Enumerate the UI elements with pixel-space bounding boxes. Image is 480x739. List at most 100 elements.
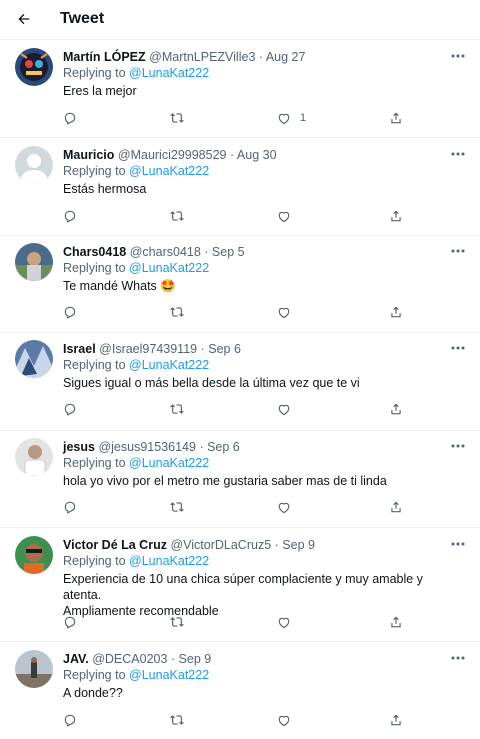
tweet-actions (63, 498, 403, 516)
share-icon[interactable] (389, 498, 403, 516)
reply-icon[interactable] (63, 498, 77, 516)
share-icon[interactable] (389, 303, 403, 321)
tweet-date[interactable]: · Sep 6 (199, 440, 239, 454)
reply-icon[interactable] (63, 400, 77, 418)
like-icon[interactable] (277, 400, 291, 418)
retweet-icon[interactable] (170, 400, 184, 418)
reply-mention-link[interactable]: @LunaKat222 (129, 456, 209, 470)
reply-mention-link[interactable]: @LunaKat222 (129, 66, 209, 80)
like-icon[interactable] (277, 711, 291, 729)
reply-tweet[interactable]: JAV. @DECA0203 · Sep 9 Replying to @Luna… (0, 642, 480, 739)
share-icon[interactable] (389, 109, 403, 127)
replying-label: Replying to (63, 358, 126, 372)
tweet-date[interactable]: · Sep 9 (275, 538, 315, 552)
reply-mention-link[interactable]: @LunaKat222 (129, 668, 209, 682)
tweet-date[interactable]: · Sep 6 (201, 342, 241, 356)
reply-mention-link[interactable]: @LunaKat222 (129, 554, 209, 568)
reply-tweet[interactable]: jesus @jesus91536149 · Sep 6 Replying to… (0, 431, 480, 528)
tweet-date[interactable]: · Aug 27 (259, 50, 306, 64)
page-title: Tweet (60, 10, 105, 27)
top-bar: Tweet (0, 0, 480, 40)
more-options-icon[interactable] (450, 538, 466, 550)
reply-tweet[interactable]: Martín LÓPEZ @MartnLPEZVille3 · Aug 27 R… (0, 40, 480, 138)
retweet-icon[interactable] (170, 109, 184, 127)
replying-label: Replying to (63, 456, 126, 470)
reply-mention-link[interactable]: @LunaKat222 (129, 164, 209, 178)
retweet-icon[interactable] (170, 498, 184, 516)
tweet-actions (63, 207, 403, 225)
like-icon[interactable] (277, 613, 291, 631)
reply-tweet[interactable]: Mauricio @Maurici29998529 · Aug 30 Reply… (0, 138, 480, 236)
avatar[interactable] (15, 243, 53, 281)
tweet-text: Eres la mejor (63, 84, 137, 98)
retweet-icon[interactable] (170, 303, 184, 321)
author-handle[interactable]: @chars0418 (130, 245, 201, 259)
reply-icon[interactable] (63, 303, 77, 321)
like-icon[interactable] (277, 498, 291, 516)
reply-icon[interactable] (63, 109, 77, 127)
tweet-date[interactable]: · Aug 30 (230, 148, 277, 162)
more-options-icon[interactable] (450, 245, 466, 257)
replying-label: Replying to (63, 66, 126, 80)
default-avatar[interactable] (15, 146, 53, 184)
more-options-icon[interactable] (450, 50, 466, 62)
tweet-actions: 1 (63, 109, 403, 127)
like-icon[interactable] (277, 303, 291, 321)
avatar[interactable] (15, 340, 53, 378)
author-name[interactable]: JAV. (63, 652, 89, 666)
share-icon[interactable] (389, 400, 403, 418)
author-handle[interactable]: @jesus91536149 (98, 440, 196, 454)
avatar[interactable] (15, 536, 53, 574)
tweet-date[interactable]: · Sep 9 (171, 652, 211, 666)
tweet-text: Experiencia de 10 una chica súper compla… (63, 572, 423, 602)
author-name[interactable]: Victor Dé La Cruz (63, 538, 167, 552)
tweet-text: Estás hermosa (63, 182, 147, 196)
author-name[interactable]: jesus (63, 440, 95, 454)
avatar[interactable] (15, 650, 53, 688)
more-options-icon[interactable] (450, 148, 466, 160)
replying-label: Replying to (63, 554, 126, 568)
retweet-icon[interactable] (170, 207, 184, 225)
avatar[interactable] (15, 48, 53, 86)
retweet-icon[interactable] (170, 711, 184, 729)
reply-icon[interactable] (63, 613, 77, 631)
share-icon[interactable] (389, 711, 403, 729)
tweet-date[interactable]: · Sep 5 (204, 245, 244, 259)
author-handle[interactable]: @Maurici29998529 (118, 148, 227, 162)
author-handle[interactable]: @DECA0203 (92, 652, 167, 666)
more-options-icon[interactable] (450, 652, 466, 664)
like-icon[interactable]: 1 (277, 109, 306, 127)
author-name[interactable]: Martín LÓPEZ (63, 50, 146, 64)
reply-mention-link[interactable]: @LunaKat222 (129, 261, 209, 275)
reply-tweet[interactable]: Israel @Israel97439119 · Sep 6 Replying … (0, 333, 480, 431)
tweet-actions (63, 711, 403, 729)
replying-label: Replying to (63, 261, 126, 275)
author-name[interactable]: Chars0418 (63, 245, 126, 259)
tweet-text: hola yo vivo por el metro me gustaria sa… (63, 474, 387, 488)
reply-tweet[interactable]: Chars0418 @chars0418 · Sep 5 Replying to… (0, 236, 480, 333)
avatar[interactable] (15, 438, 53, 476)
author-name[interactable]: Mauricio (63, 148, 114, 162)
retweet-icon[interactable] (170, 613, 184, 631)
like-icon[interactable] (277, 207, 291, 225)
share-icon[interactable] (389, 207, 403, 225)
replying-label: Replying to (63, 668, 126, 682)
author-handle[interactable]: @Israel97439119 (99, 342, 197, 356)
author-name[interactable]: Israel (63, 342, 96, 356)
author-handle[interactable]: @MartnLPEZVille3 (149, 50, 255, 64)
reply-tweet[interactable]: Victor Dé La Cruz @VictorDLaCruz5 · Sep … (0, 528, 480, 642)
tweet-actions (63, 400, 403, 418)
more-options-icon[interactable] (450, 342, 466, 354)
reply-mention-link[interactable]: @LunaKat222 (129, 358, 209, 372)
tweet-actions (63, 613, 403, 631)
author-handle[interactable]: @VictorDLaCruz5 (170, 538, 271, 552)
tweet-text: Sigues igual o más bella desde la última… (63, 376, 360, 390)
reply-icon[interactable] (63, 711, 77, 729)
like-count: 1 (300, 112, 307, 124)
reply-icon[interactable] (63, 207, 77, 225)
replying-label: Replying to (63, 164, 126, 178)
back-arrow-icon[interactable] (14, 9, 34, 29)
tweet-actions (63, 303, 403, 321)
share-icon[interactable] (389, 613, 403, 631)
more-options-icon[interactable] (450, 440, 466, 452)
